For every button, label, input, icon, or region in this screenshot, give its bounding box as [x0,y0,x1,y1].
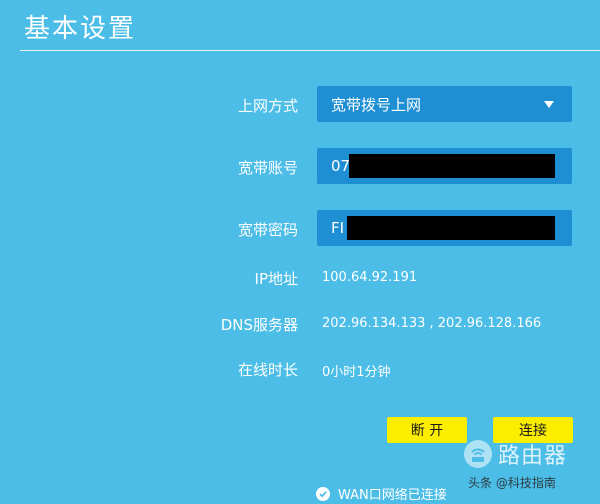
account-input[interactable]: 07 [317,148,572,184]
chevron-down-icon [544,101,554,108]
password-label: 宽带密码 [237,221,298,239]
redaction-bar [347,216,555,240]
dns-label: DNS服务器 [220,316,298,334]
connection-type-label: 上网方式 [237,97,298,115]
watermark: 路由器 头条 @科技指南 [464,438,594,498]
dns-value: 202.96.134.133 , 202.96.128.166 [322,316,542,331]
watermark-brand: 路由器 [498,444,568,469]
wan-status-text: WAN口网络已连接 [338,488,447,503]
page-title: 基本设置 [24,14,137,44]
connection-type-select[interactable]: 宽带拨号上网 [317,86,572,122]
password-value: FI [331,219,345,237]
redaction-bar [349,154,555,178]
uptime-value: 0小时1分钟 [322,365,391,380]
account-value: 07 [331,157,351,175]
router-logo-icon [464,440,492,468]
password-input[interactable]: FI [317,210,572,246]
ip-label: IP地址 [254,270,298,288]
wan-status: WAN口网络已连接 [316,484,447,503]
disconnect-button[interactable]: 断 开 [387,417,467,443]
connection-type-value: 宽带拨号上网 [331,95,422,114]
check-circle-icon [316,486,330,501]
ip-value: 100.64.92.191 [322,270,418,285]
watermark-credit: 头条 @科技指南 [468,476,556,490]
title-divider [20,50,600,51]
account-label: 宽带账号 [237,159,298,177]
uptime-label: 在线时长 [237,361,298,379]
